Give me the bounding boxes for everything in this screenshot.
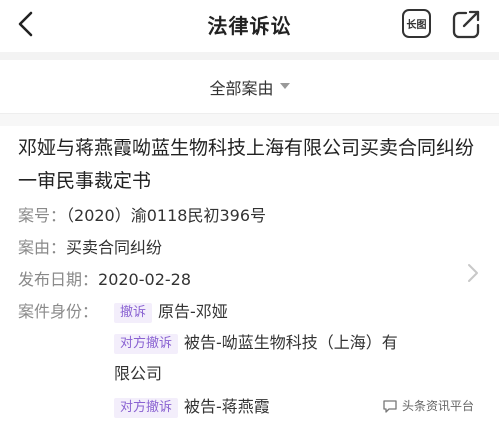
party-item: 撤诉 原告-邓娅 (114, 301, 228, 323)
long-image-label: 长图 (406, 20, 427, 31)
case-number-row: 案号：（2020）渝0118民初396号 (18, 205, 266, 227)
case-identity-key: 案件身份： (18, 302, 99, 321)
party-status-badge: 对方撤诉 (114, 334, 179, 354)
share-icon[interactable] (450, 8, 482, 40)
section-divider (0, 52, 499, 60)
cause-filter-dropdown[interactable]: 全部案由 (0, 60, 499, 114)
publish-date-row: 发布日期：2020-02-28 (18, 269, 191, 291)
case-identity-row: 案件身份： (18, 301, 98, 323)
long-image-icon[interactable]: 长图 (402, 9, 431, 38)
party-item: 对方撤诉 被告-蒋燕霞 (114, 396, 270, 418)
case-cause-row: 案由：买卖合同纠纷 (18, 237, 162, 259)
watermark-text: 头条资讯平台 (402, 399, 475, 413)
case-number-value: （2020）渝0118民初396号 (66, 206, 266, 225)
publish-date-key: 发布日期： (18, 270, 99, 289)
watermark: 头条资讯平台 (382, 397, 474, 414)
case-card[interactable]: 邓娅与蒋燕霞呦蓝生物科技上海有限公司买卖合同纠纷一审民事裁定书 案号：（2020… (0, 126, 499, 431)
cause-filter-label: 全部案由 (209, 78, 274, 98)
top-nav-bar: 法律诉讼 长图 (0, 0, 499, 50)
caret-down-icon (279, 82, 290, 89)
section-divider (0, 114, 499, 126)
chat-bubble-icon (383, 399, 397, 413)
case-cause-key: 案由： (18, 238, 67, 257)
chevron-right-icon (468, 264, 478, 282)
party-item: 对方撤诉 被告-呦蓝生物科技（上海）有 (114, 332, 398, 354)
case-cause-value: 买卖合同纠纷 (66, 238, 163, 257)
party-text: 原告-邓娅 (158, 302, 228, 321)
case-number-key: 案号： (18, 206, 67, 225)
publish-date-value: 2020-02-28 (98, 270, 191, 289)
party-text-continued: 限公司 (114, 364, 163, 383)
case-title: 邓娅与蒋燕霞呦蓝生物科技上海有限公司买卖合同纠纷一审民事裁定书 (18, 137, 475, 192)
party-text: 被告-呦蓝生物科技（上海）有 (184, 333, 398, 352)
party-status-badge: 对方撤诉 (114, 398, 179, 418)
party-text: 被告-蒋燕霞 (184, 397, 270, 416)
party-status-badge: 撤诉 (114, 303, 153, 323)
